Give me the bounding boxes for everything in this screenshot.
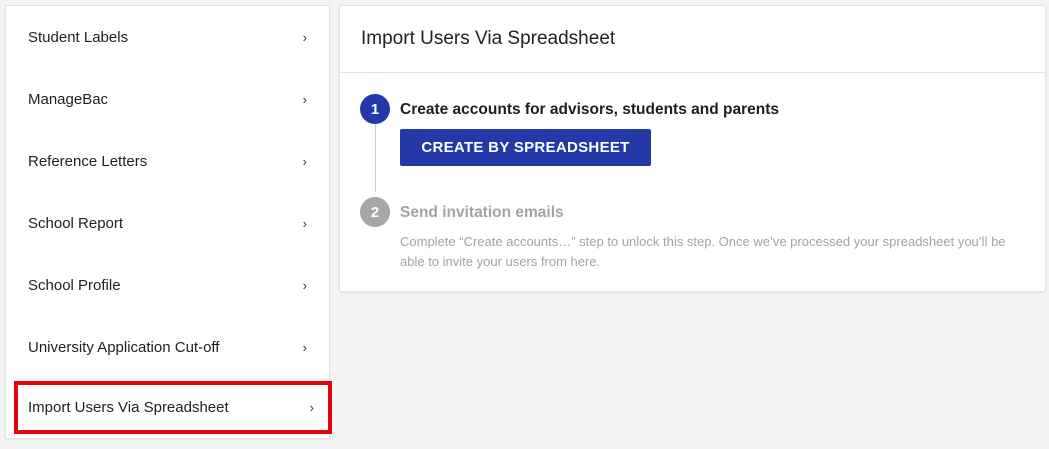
sidebar-item-reference-letters[interactable]: Reference Letters › <box>6 130 329 192</box>
chevron-right-icon: › <box>302 153 307 169</box>
create-by-spreadsheet-button[interactable]: CREATE BY SPREADSHEET <box>400 129 651 166</box>
sidebar-item-label: Reference Letters <box>28 152 148 170</box>
sidebar-item-label: Import Users Via Spreadsheet <box>28 399 229 416</box>
chevron-right-icon: › <box>302 339 307 355</box>
sidebar-item-student-labels[interactable]: Student Labels › <box>6 6 329 68</box>
chevron-right-icon: › <box>302 91 307 107</box>
card-header: Import Users Via Spreadsheet <box>340 6 1045 73</box>
step-2-title: Send invitation emails <box>400 204 564 221</box>
step-2-badge: 2 <box>360 197 390 227</box>
sidebar-item-label: School Profile <box>28 276 121 294</box>
sidebar-item-label: University Application Cut-off <box>28 338 220 356</box>
settings-sidebar: Student Labels › ManageBac › Reference L… <box>5 5 332 439</box>
step-1-badge: 1 <box>360 94 390 124</box>
step-2-description: Complete “Create accounts…” step to unlo… <box>400 234 1006 269</box>
sidebar-item-school-report[interactable]: School Report › <box>6 192 329 254</box>
chevron-right-icon: › <box>309 400 314 415</box>
sidebar-item-school-profile[interactable]: School Profile › <box>6 254 329 316</box>
sidebar-item-label: Student Labels <box>28 28 129 46</box>
sidebar-item-label: School Report <box>28 214 124 232</box>
step-1-title: Create accounts for advisors, students a… <box>400 101 779 118</box>
sidebar-item-managebac[interactable]: ManageBac › <box>6 68 329 130</box>
import-users-card: Import Users Via Spreadsheet 1 Create ac… <box>339 5 1046 292</box>
page-title: Import Users Via Spreadsheet <box>361 28 616 49</box>
sidebar-item-import-users[interactable]: Import Users Via Spreadsheet › <box>14 381 332 434</box>
chevron-right-icon: › <box>302 215 307 231</box>
sidebar-item-label: ManageBac <box>28 90 109 108</box>
chevron-right-icon: › <box>302 277 307 293</box>
sidebar-item-university-application-cutoff[interactable]: University Application Cut-off › <box>6 316 329 378</box>
step-connector <box>375 124 376 192</box>
chevron-right-icon: › <box>302 29 307 45</box>
